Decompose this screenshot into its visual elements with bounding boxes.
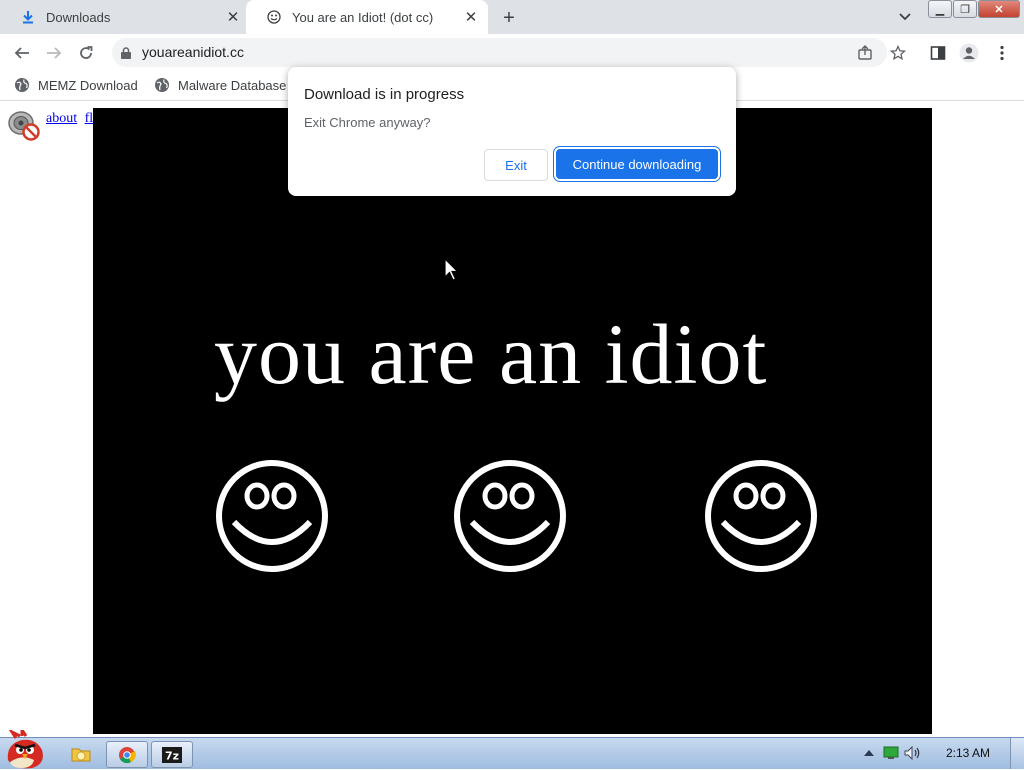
exit-button[interactable]: Exit [484, 149, 548, 181]
smiley-icon [266, 9, 282, 25]
tab-search-icon[interactable] [896, 8, 914, 26]
mute-speaker-icon[interactable] [7, 108, 41, 142]
forward-icon[interactable] [43, 42, 65, 64]
restore-button[interactable]: ❐ [953, 0, 977, 18]
bookmark-malware-database[interactable]: Malware Database [154, 77, 286, 93]
reload-icon[interactable] [75, 42, 97, 64]
tab-youareanidiot[interactable]: You are an Idiot! (dot cc) ✕ [246, 0, 488, 34]
start-button-icon[interactable] [2, 730, 48, 770]
minimize-button[interactable]: ▁ [928, 0, 952, 18]
side-panel-icon[interactable] [927, 42, 949, 64]
network-icon[interactable] [882, 744, 900, 762]
chrome-icon[interactable] [106, 741, 148, 768]
exit-confirm-dialog: Download is in progress Exit Chrome anyw… [288, 67, 736, 196]
volume-icon[interactable] [904, 744, 922, 762]
tab-label: You are an Idiot! (dot cc) [292, 9, 434, 25]
tab-strip: Downloads ✕ You are an Idiot! (dot cc) ✕… [0, 0, 1024, 34]
url-text: youareanidiot.cc [142, 44, 244, 60]
dialog-message: Exit Chrome anyway? [304, 115, 431, 130]
menu-kebab-icon[interactable] [991, 42, 1013, 64]
tab-label: Downloads [46, 9, 111, 25]
bookmark-label: MEMZ Download [38, 77, 138, 93]
show-desktop-button[interactable] [1010, 738, 1024, 769]
system-clock[interactable]: 2:13 AM [946, 746, 990, 760]
taskbar: 7z 2:13 AM [0, 730, 1024, 769]
web-page: about flash you are an idiot [0, 101, 1024, 737]
svg-text:7z: 7z [165, 749, 179, 762]
about-link[interactable]: about [46, 111, 77, 126]
close-window-button[interactable]: ✕ [978, 0, 1020, 18]
dialog-title: Download is in progress [304, 86, 465, 103]
browser-toolbar: youareanidiot.cc [0, 34, 1024, 71]
arrow-up-icon[interactable] [860, 744, 878, 762]
7zip-icon[interactable]: 7z [151, 741, 193, 768]
bookmark-star-icon[interactable] [887, 42, 909, 64]
flash-stage: you are an idiot [93, 108, 932, 734]
share-icon[interactable] [857, 45, 873, 61]
mouse-cursor-icon [444, 258, 458, 281]
lock-icon[interactable] [121, 46, 131, 64]
bookmark-memz-download[interactable]: MEMZ Download [14, 77, 138, 93]
globe-icon [155, 78, 169, 92]
window-controls: ▁ ❐ ✕ [927, 0, 1020, 18]
back-icon[interactable] [11, 42, 33, 64]
headline-text: you are an idiot [214, 306, 768, 402]
address-bar[interactable]: youareanidiot.cc [112, 38, 887, 67]
smiley-face-icon [216, 460, 328, 572]
close-tab-icon[interactable]: ✕ [462, 8, 480, 26]
close-tab-icon[interactable]: ✕ [224, 8, 242, 26]
new-tab-button[interactable]: + [498, 7, 520, 29]
smiley-face-icon [705, 460, 817, 572]
profile-avatar-icon[interactable] [958, 42, 980, 64]
download-icon [20, 9, 36, 25]
globe-icon [15, 78, 29, 92]
tab-downloads[interactable]: Downloads ✕ [0, 0, 250, 34]
bookmark-label: Malware Database [178, 77, 287, 93]
folder-icon[interactable] [61, 741, 101, 766]
continue-downloading-button[interactable]: Continue downloading [556, 149, 718, 179]
smiley-face-icon [454, 460, 566, 572]
